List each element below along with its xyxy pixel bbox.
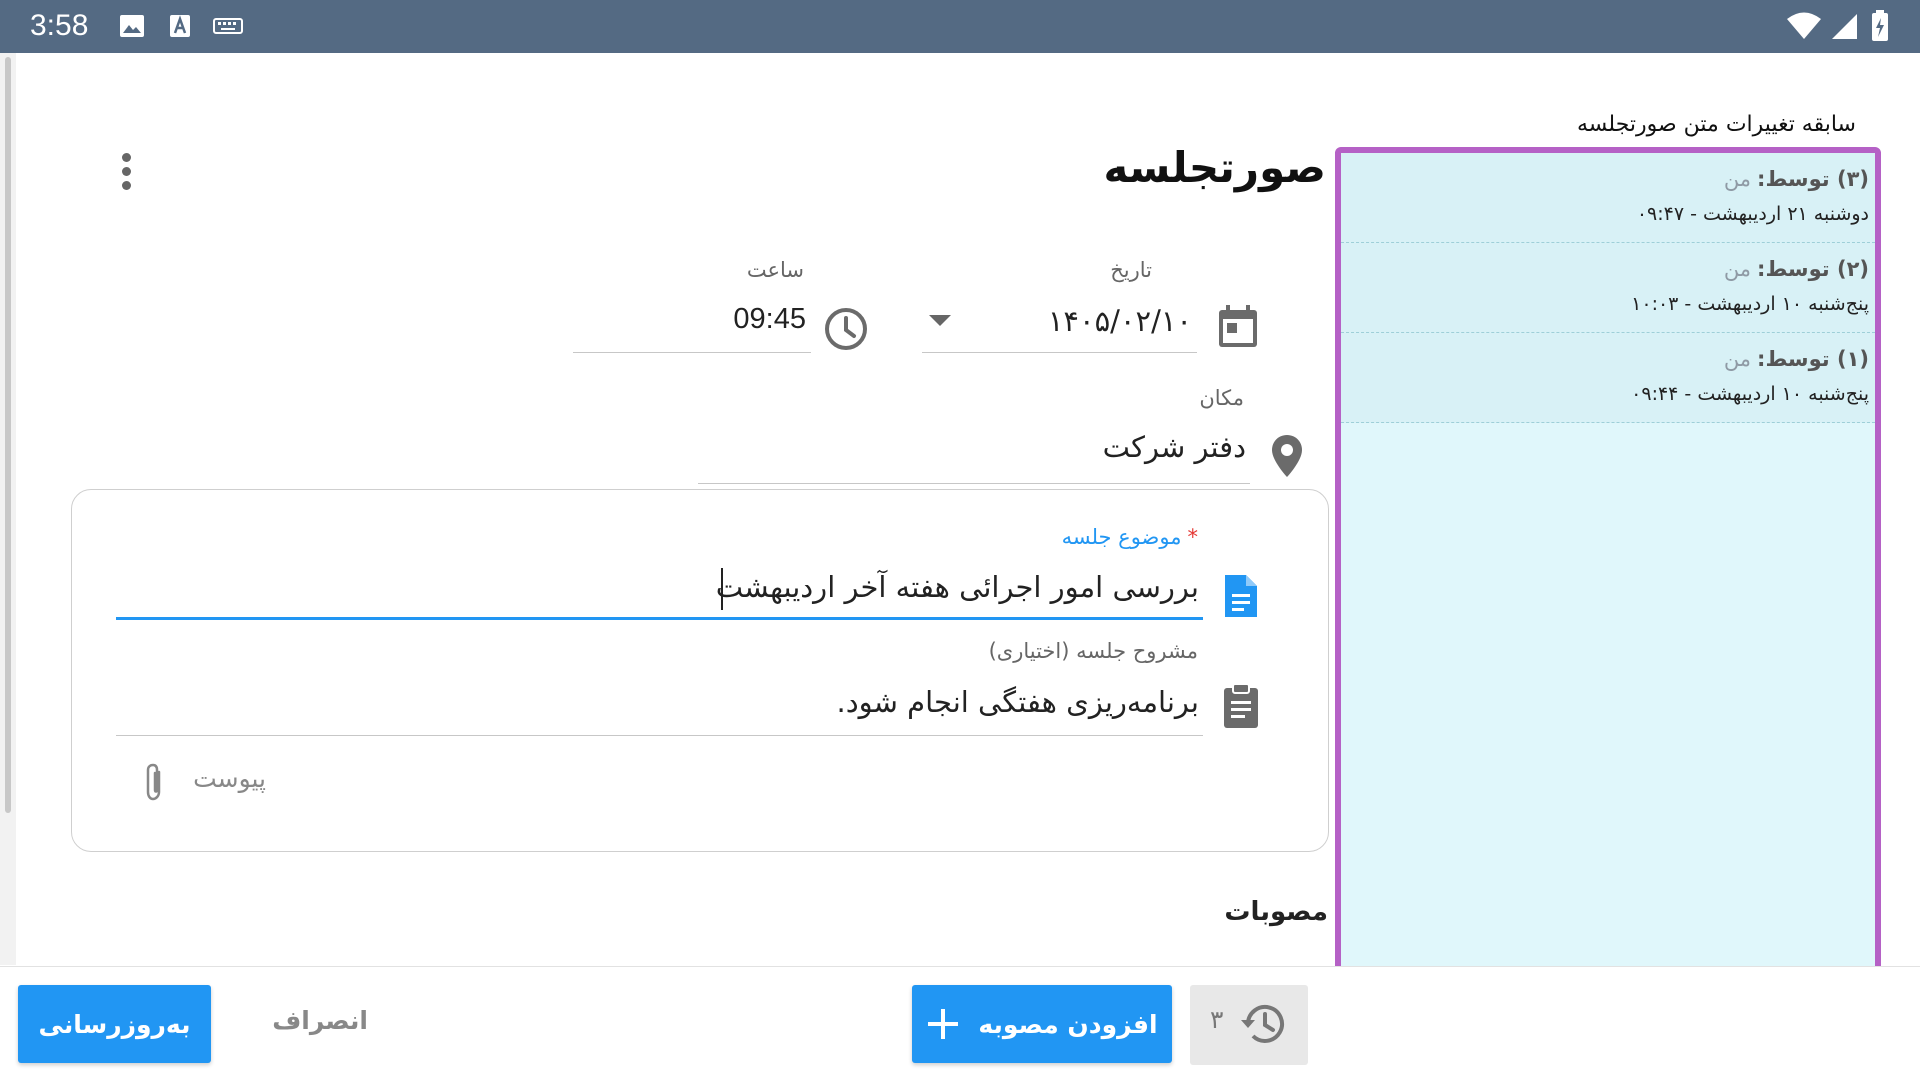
history-item[interactable]: (۱) توسط:من پنج‌شنبه ۱۰ اردیبهشت - ۰۹:۴۴ xyxy=(1341,333,1875,423)
battery-charging-icon xyxy=(1872,10,1888,41)
subject-required-mark: * xyxy=(1187,525,1199,549)
subject-label: *موضوع جلسه xyxy=(1062,525,1198,549)
history-item-num: (۱) xyxy=(1836,347,1869,371)
history-item-date: پنج‌شنبه ۱۰ اردیبهشت - ۱۰:۰۳ xyxy=(1631,293,1869,315)
chevron-down-icon[interactable] xyxy=(925,310,955,330)
attachment-button[interactable]: پیوست xyxy=(143,760,273,802)
subject-underline xyxy=(116,617,1203,620)
location-label: مکان xyxy=(1199,386,1244,410)
update-button-label: به‌روزرسانی xyxy=(38,1009,191,1039)
text-cursor xyxy=(721,568,723,610)
status-bar: 3:58 xyxy=(0,0,1920,53)
cancel-button[interactable]: انصراف xyxy=(272,1006,368,1035)
history-button[interactable]: ۳ xyxy=(1190,985,1308,1065)
paperclip-icon xyxy=(146,763,161,801)
resolutions-title: مصوبات xyxy=(1224,897,1328,927)
agenda-underline xyxy=(116,735,1203,736)
time-input[interactable]: 09:45 xyxy=(733,303,806,336)
wifi-icon xyxy=(1787,12,1821,39)
attachment-label: پیوست xyxy=(193,764,266,793)
history-title: سابقه تغییرات متن صورتجلسه xyxy=(1576,112,1856,137)
cell-signal-icon xyxy=(1832,14,1857,39)
keyboard-notification-icon xyxy=(213,18,243,34)
history-item-date: دوشنبه ۲۱ اردیبهشت - ۰۹:۴۷ xyxy=(1636,203,1869,225)
location-input[interactable]: دفتر شرکت xyxy=(1103,430,1246,464)
date-underline xyxy=(922,352,1197,353)
history-count: ۳ xyxy=(1210,1005,1224,1034)
subject-input[interactable]: بررسی امور اجرائی هفته آخر اردیبهشت xyxy=(716,570,1199,604)
time-underline xyxy=(573,352,811,353)
scrollbar[interactable] xyxy=(0,53,16,965)
date-label: تاریخ xyxy=(1110,258,1152,282)
add-resolution-button[interactable]: افزودن مصوبه xyxy=(912,985,1172,1063)
history-item-author: من xyxy=(1723,257,1752,281)
time-label: ساعت xyxy=(746,258,804,282)
clock-icon[interactable] xyxy=(823,306,869,352)
history-item-author: من xyxy=(1723,347,1752,371)
image-notification-icon xyxy=(120,15,144,37)
agenda-input[interactable]: برنامه‌ریزی هفتگی انجام شود. xyxy=(837,685,1199,719)
scrollbar-thumb[interactable] xyxy=(5,57,11,813)
history-item[interactable]: (۳) توسط:من دوشنبه ۲۱ اردیبهشت - ۰۹:۴۷ xyxy=(1341,153,1875,243)
history-item-num: (۳) xyxy=(1836,167,1869,191)
history-item-by-label: توسط: xyxy=(1757,257,1830,281)
history-panel: (۳) توسط:من دوشنبه ۲۱ اردیبهشت - ۰۹:۴۷ (… xyxy=(1335,147,1881,974)
history-item-date: پنج‌شنبه ۱۰ اردیبهشت - ۰۹:۴۴ xyxy=(1631,383,1869,405)
location-pin-icon xyxy=(1272,435,1302,477)
update-button[interactable]: به‌روزرسانی xyxy=(18,985,211,1063)
translate-notification-icon xyxy=(170,15,190,37)
subject-label-text: موضوع جلسه xyxy=(1061,525,1182,549)
clipboard-icon xyxy=(1224,683,1258,728)
history-icon xyxy=(1241,1004,1284,1043)
status-time: 3:58 xyxy=(30,9,89,42)
history-item-author: من xyxy=(1723,167,1752,191)
add-resolution-label: افزودن مصوبه xyxy=(978,1009,1158,1039)
history-item-by-label: توسط: xyxy=(1757,347,1830,371)
date-input[interactable]: ۱۴۰۵/۰۲/۱۰ xyxy=(1048,304,1192,338)
history-item-num: (۲) xyxy=(1836,257,1869,281)
plus-icon xyxy=(928,1009,959,1039)
agenda-label: مشروح جلسه (اختیاری) xyxy=(988,639,1198,663)
calendar-icon[interactable] xyxy=(1215,303,1261,349)
location-underline xyxy=(698,483,1250,484)
history-item-by-label: توسط: xyxy=(1757,167,1830,191)
page-title: صورتجلسه xyxy=(1103,143,1327,192)
history-item[interactable]: (۲) توسط:من پنج‌شنبه ۱۰ اردیبهشت - ۱۰:۰۳ xyxy=(1341,243,1875,333)
document-icon xyxy=(1225,575,1257,617)
more-options-icon[interactable] xyxy=(116,153,136,195)
